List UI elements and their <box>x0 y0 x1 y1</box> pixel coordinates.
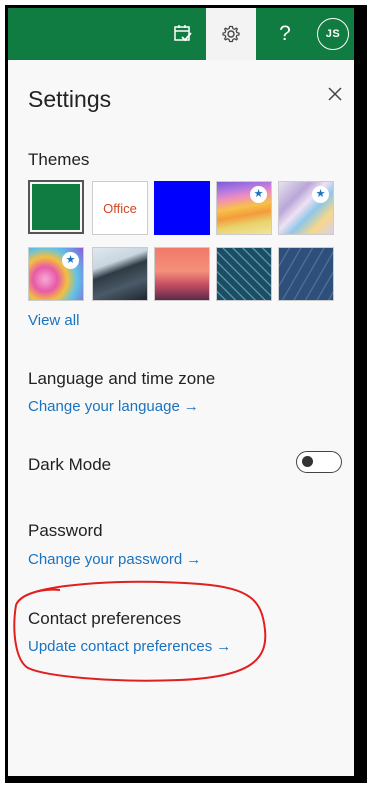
update-contact-label: Update contact preferences <box>28 638 213 655</box>
theme-rainbow-stripes[interactable]: ★ <box>216 181 272 235</box>
dark-mode-heading: Dark Mode <box>28 455 112 474</box>
help-button[interactable]: ? <box>260 8 310 60</box>
theme-mountain[interactable] <box>92 247 148 301</box>
theme-circuit[interactable] <box>216 247 272 301</box>
settings-button[interactable] <box>206 8 256 60</box>
contact-heading: Contact preferences <box>28 609 182 628</box>
close-button[interactable] <box>323 82 347 106</box>
theme-office[interactable]: Office <box>92 181 148 235</box>
star-icon: ★ <box>312 186 329 203</box>
theme-palm-swatch <box>155 248 209 300</box>
theme-blue[interactable] <box>154 181 210 235</box>
themes-heading: Themes <box>28 150 90 169</box>
theme-unicorn[interactable]: ★ <box>28 247 84 301</box>
calendar-check-button[interactable] <box>158 8 208 60</box>
theme-office-label: Office <box>103 200 137 216</box>
theme-palm-sunset[interactable] <box>154 247 210 301</box>
change-password-link[interactable]: Change your password → <box>28 551 201 568</box>
star-icon: ★ <box>62 252 79 269</box>
theme-mountain-swatch <box>93 248 147 300</box>
calendar-check-icon <box>174 25 192 42</box>
theme-circuit-swatch <box>217 248 271 300</box>
password-heading: Password <box>28 521 103 540</box>
theme-blueprint[interactable] <box>278 247 334 301</box>
dark-mode-toggle[interactable] <box>296 451 342 473</box>
star-icon: ★ <box>250 186 267 203</box>
language-heading: Language and time zone <box>28 369 216 388</box>
page-title: Settings <box>28 86 112 112</box>
avatar: JS <box>317 18 349 50</box>
top-bar: ? JS <box>8 8 354 60</box>
update-contact-link[interactable]: Update contact preferences → <box>28 638 231 655</box>
theme-green-swatch <box>32 184 80 230</box>
theme-blue-swatch <box>155 182 209 234</box>
view-all-themes-link[interactable]: View all <box>28 312 79 329</box>
change-password-label: Change your password <box>28 551 183 568</box>
arrow-right-icon: → <box>216 638 232 655</box>
settings-panel <box>8 8 354 776</box>
arrow-right-icon: → <box>186 551 202 568</box>
close-icon <box>328 87 342 101</box>
gear-icon <box>222 25 240 43</box>
theme-blueprint-swatch <box>279 248 333 300</box>
change-language-link[interactable]: Change your language → <box>28 398 199 415</box>
change-language-label: Change your language <box>28 398 180 415</box>
theme-green[interactable] <box>28 180 84 234</box>
account-button[interactable]: JS <box>308 8 358 60</box>
arrow-right-icon: → <box>183 398 199 415</box>
toggle-knob <box>302 456 313 467</box>
theme-pastel-ribbons[interactable]: ★ <box>278 181 334 235</box>
help-icon: ? <box>279 22 291 45</box>
